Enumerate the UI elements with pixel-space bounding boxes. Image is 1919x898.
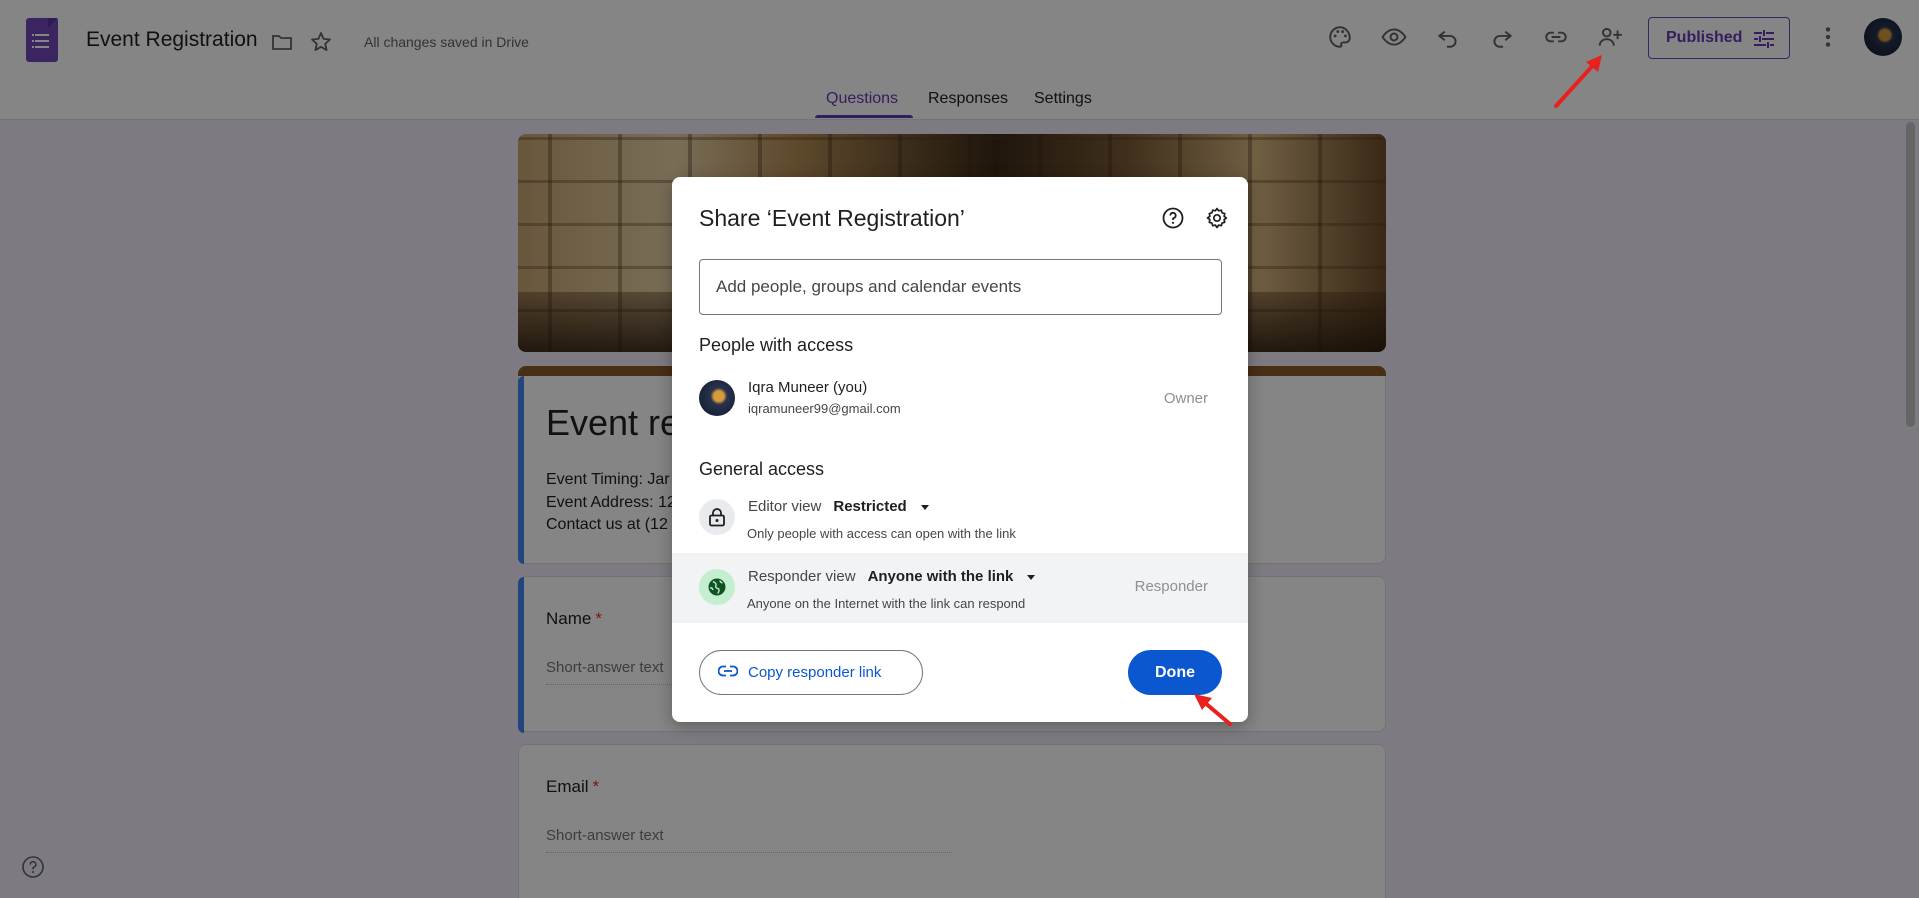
responder-access-description: Anyone on the Internet with the link can…: [747, 596, 1026, 611]
editor-view-label: Editor view: [748, 498, 822, 515]
responder-view-row[interactable]: Responder view Anyone with the link: [748, 568, 1036, 585]
chevron-down-icon[interactable]: [1027, 574, 1036, 580]
share-dialog: Share ‘Event Registration’ People with a…: [672, 177, 1248, 722]
lock-icon: [699, 499, 735, 535]
annotation-arrow-icon: [1194, 694, 1232, 726]
annotation-arrow-icon: [1554, 55, 1602, 108]
responder-role-label: Responder: [1134, 578, 1208, 595]
editor-access-dropdown[interactable]: Restricted: [833, 498, 906, 515]
responder-view-label: Responder view: [748, 568, 856, 585]
person-email: iqramuneer99@gmail.com: [748, 401, 901, 416]
general-access-heading: General access: [699, 459, 825, 479]
editor-access-description: Only people with access can open with th…: [747, 526, 1016, 541]
dialog-title: Share ‘Event Registration’: [699, 205, 965, 231]
help-icon[interactable]: [1158, 203, 1188, 233]
done-button[interactable]: Done: [1128, 650, 1222, 695]
copy-responder-link-button[interactable]: Copy responder link: [699, 650, 923, 695]
person-name: Iqra Muneer (you): [748, 379, 868, 396]
add-people-input[interactable]: [699, 259, 1222, 315]
responder-access-dropdown[interactable]: Anyone with the link: [868, 568, 1014, 585]
gear-icon[interactable]: [1202, 203, 1232, 233]
people-with-access-heading: People with access: [699, 335, 854, 355]
globe-icon: [699, 569, 735, 605]
copy-link-label: Copy responder link: [748, 664, 882, 681]
avatar: [699, 380, 735, 416]
chevron-down-icon[interactable]: [920, 504, 929, 510]
editor-view-row[interactable]: Editor view Restricted: [748, 498, 929, 515]
link-icon: [717, 664, 739, 681]
owner-role-label: Owner: [1163, 390, 1208, 407]
